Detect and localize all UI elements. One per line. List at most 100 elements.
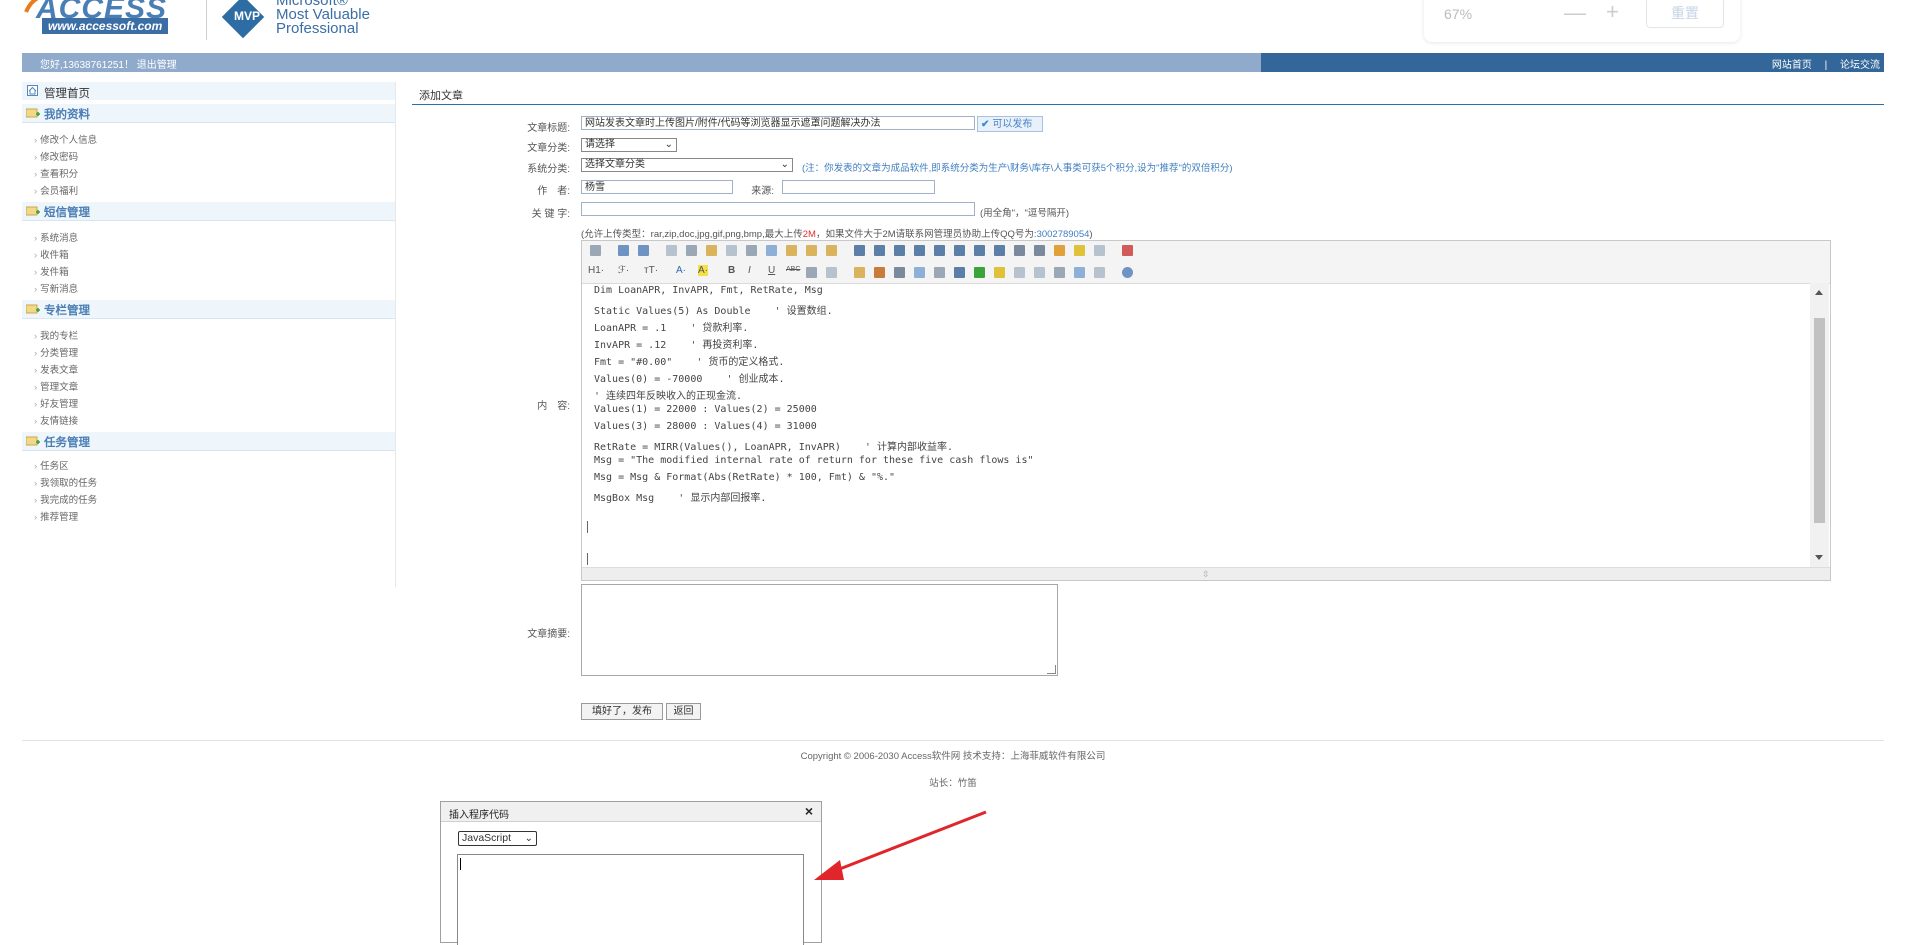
sidebar-item[interactable]: 修改个人信息 [34,132,97,146]
link-icon[interactable] [1074,267,1085,278]
sidebar-item[interactable]: 推荐管理 [34,509,78,523]
sidebar-item[interactable]: 发件箱 [34,264,69,278]
anchor-icon[interactable] [1054,267,1065,278]
sidebar-item[interactable]: 分类管理 [34,345,78,359]
site-home-link[interactable]: 网站首页 [1772,56,1812,71]
paste-text-icon[interactable] [806,245,817,256]
undo-icon[interactable] [618,245,629,256]
sidebar-item[interactable]: 系统消息 [34,230,78,244]
align-right-icon[interactable] [894,245,905,256]
scroll-thumb[interactable] [1814,318,1825,523]
user-greeting[interactable]: 您好,13638761251！ 退出管理 [40,56,177,71]
sidebar-section-column[interactable]: 专栏管理 [22,300,395,319]
editor-scrollbar[interactable] [1810,283,1829,567]
sidebar-section-tasks[interactable]: 任务管理 [22,432,395,451]
paste-word-icon[interactable] [826,245,837,256]
code-icon[interactable] [726,245,737,256]
horizontal-rule-icon[interactable] [974,267,985,278]
zoom-out-button[interactable]: — [1564,0,1586,26]
superscript-icon[interactable] [1034,245,1045,256]
code-input-textarea[interactable] [457,854,804,945]
print-icon[interactable] [686,245,697,256]
submit-button[interactable]: 填好了，发布 [581,703,663,720]
back-button[interactable]: 返回 [666,703,701,720]
source-icon[interactable] [590,245,601,256]
site-logo[interactable]: ACCESS www.accessoft.com [24,0,184,44]
sidebar-section-profile[interactable]: 我的资料 [22,104,395,123]
font-family-dropdown[interactable]: ℱ· [618,265,629,276]
cut-icon[interactable] [746,245,757,256]
resize-grip-icon[interactable] [1047,665,1056,674]
insert-table-icon[interactable] [954,267,965,278]
clear-format-icon[interactable] [1054,245,1065,256]
unlink-icon[interactable] [1094,267,1105,278]
sidebar-item[interactable]: 发表文章 [34,362,78,376]
outdent-icon[interactable] [994,245,1005,256]
sidebar-section-messages[interactable]: 短信管理 [22,202,395,221]
author-input[interactable]: 杨雪 [581,180,733,194]
underline-button[interactable]: U [768,265,775,276]
heading-dropdown[interactable]: H1· [588,265,604,276]
emoticon-icon[interactable] [994,267,1005,278]
sidebar-item[interactable]: 管理文章 [34,379,78,393]
italic-button[interactable]: I [748,265,751,276]
copy-icon[interactable] [766,245,777,256]
category-select[interactable]: 请选择 ⌄ [581,138,677,152]
sidebar-item[interactable]: 查看积分 [34,166,78,180]
highlight-dropdown[interactable]: A· [698,265,708,276]
align-left-icon[interactable] [854,245,865,256]
template-icon[interactable] [706,245,717,256]
scroll-down-icon[interactable] [1815,555,1823,560]
page-break-icon[interactable] [1034,267,1045,278]
eraser-icon[interactable] [826,267,837,278]
language-select[interactable]: JavaScript ⌄ [458,831,537,846]
ordered-list-icon[interactable] [934,245,945,256]
summary-textarea[interactable] [581,584,1058,676]
preview-icon[interactable] [666,245,677,256]
sidebar-item[interactable]: 好友管理 [34,396,78,410]
publish-status-button[interactable]: ✔ 可以发布 [977,116,1043,132]
media-icon[interactable] [914,267,925,278]
sidebar-item[interactable]: 我的专栏 [34,328,78,342]
multi-image-icon[interactable] [874,267,885,278]
zoom-in-button[interactable]: + [1606,0,1619,25]
keyword-input[interactable] [581,202,975,216]
font-color-dropdown[interactable]: A· [676,265,686,276]
help-icon[interactable] [1122,267,1133,278]
sidebar-item[interactable]: 写新消息 [34,281,78,295]
forum-link[interactable]: 论坛交流 [1840,56,1880,71]
format-brush-icon[interactable] [1074,245,1085,256]
zoom-reset-button[interactable]: 重置 [1646,0,1724,28]
special-char-icon[interactable] [1014,267,1025,278]
align-center-icon[interactable] [874,245,885,256]
editor-resize-bar[interactable]: ⇳ [582,567,1830,580]
font-size-dropdown[interactable]: тT· [644,265,658,276]
image-icon[interactable] [854,267,865,278]
editor-content[interactable]: Dim LoanAPR, InvAPR, Fmt, RetRate, Msg S… [582,283,1810,567]
sidebar-item-admin-home[interactable]: 管理首页 [22,82,395,100]
source-input[interactable] [782,180,935,194]
sidebar-item[interactable]: 我领取的任务 [34,475,97,489]
align-justify-icon[interactable] [914,245,925,256]
sidebar-item[interactable]: 会员福利 [34,183,78,197]
unordered-list-icon[interactable] [954,245,965,256]
sidebar-item[interactable]: 任务区 [34,458,69,472]
redo-icon[interactable] [638,245,649,256]
indent-icon[interactable] [974,245,985,256]
sidebar-item[interactable]: 友情链接 [34,413,78,427]
bold-button[interactable]: B [728,265,735,276]
table-icon[interactable] [806,267,817,278]
scroll-up-icon[interactable] [1815,290,1823,295]
select-all-icon[interactable] [1094,245,1105,256]
article-title-input[interactable]: 网站发表文章时上传图片/附件/代码等浏览器显示遮罩问题解决办法 [581,116,975,130]
system-category-select[interactable]: 选择文章分类 ⌄ [581,158,793,172]
resize-grip-icon[interactable]: ⇳ [1202,569,1210,580]
subscript-icon[interactable] [1014,245,1025,256]
sidebar-item[interactable]: 我完成的任务 [34,492,97,506]
flash-icon[interactable] [894,267,905,278]
sidebar-item[interactable]: 收件箱 [34,247,69,261]
fullscreen-icon[interactable] [1122,245,1133,256]
attachment-icon[interactable] [934,267,945,278]
paste-icon[interactable] [786,245,797,256]
sidebar-item[interactable]: 修改密码 [34,149,78,163]
